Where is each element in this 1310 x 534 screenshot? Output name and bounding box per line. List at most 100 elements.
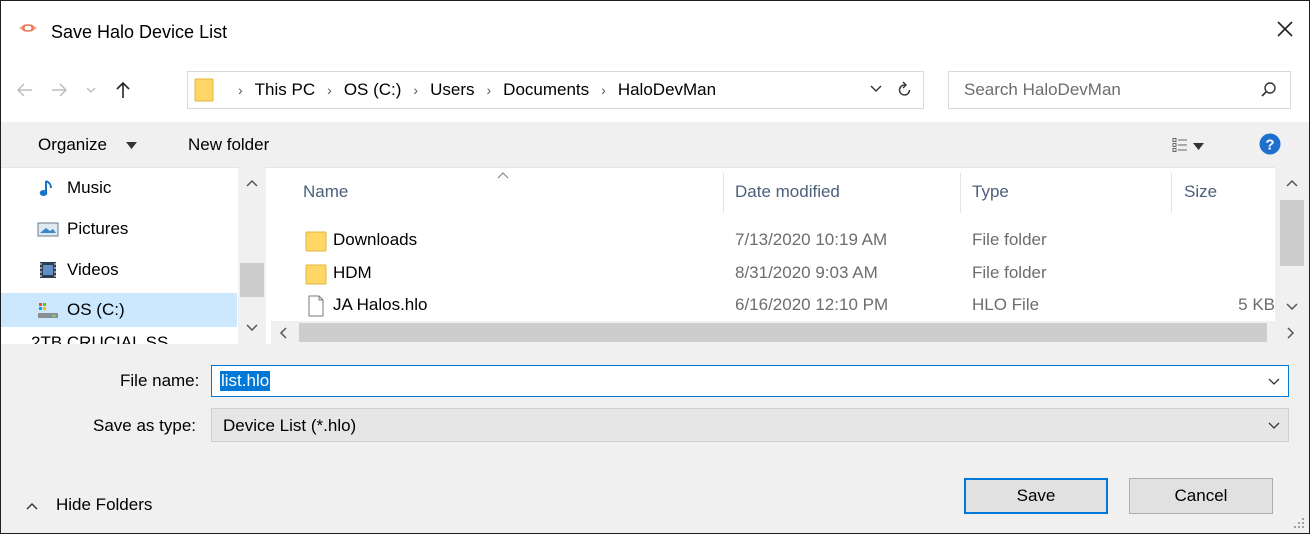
nav-item-pictures[interactable]: Pictures xyxy=(1,212,237,246)
scroll-left-arrow-icon[interactable] xyxy=(279,327,287,339)
refresh-icon[interactable] xyxy=(896,81,913,98)
file-name-field[interactable]: list.hlo xyxy=(211,365,1289,397)
file-icon xyxy=(308,295,324,317)
nav-item-music[interactable]: Music xyxy=(1,171,237,205)
breadcrumb-separator: › xyxy=(238,82,243,98)
scroll-down-arrow-icon[interactable] xyxy=(246,324,258,332)
back-arrow-icon[interactable] xyxy=(14,79,36,101)
breadcrumb-users[interactable]: Users xyxy=(430,80,474,100)
forward-arrow-icon[interactable] xyxy=(48,79,70,101)
file-name: Downloads xyxy=(333,230,418,249)
breadcrumb-os-c[interactable]: OS (C:) xyxy=(344,80,402,100)
organize-menu[interactable]: Organize xyxy=(38,135,107,155)
list-item[interactable]: Downloads 7/13/2020 10:19 AM File folder xyxy=(271,225,1275,257)
window-title: Save Halo Device List xyxy=(51,22,228,42)
drive-icon xyxy=(38,303,58,318)
file-size: 5 KB xyxy=(1238,295,1275,314)
breadcrumb-separator[interactable]: › xyxy=(601,82,606,98)
file-name: HDM xyxy=(333,263,372,282)
up-arrow-icon[interactable] xyxy=(112,79,134,101)
scrollbar-thumb[interactable] xyxy=(1280,200,1304,266)
chevron-up-icon[interactable] xyxy=(26,502,38,510)
scroll-right-arrow-icon[interactable] xyxy=(1287,327,1295,339)
scrollbar-thumb[interactable] xyxy=(240,263,264,297)
breadcrumb-separator[interactable]: › xyxy=(413,82,418,98)
column-divider[interactable] xyxy=(1171,173,1172,213)
save-type-dropdown-icon[interactable] xyxy=(1268,422,1280,430)
command-bar: Organize New folder ? xyxy=(1,122,1309,168)
save-options-panel: File name: list.hlo Save as type: Device… xyxy=(1,344,1309,533)
nav-item-label: Pictures xyxy=(67,219,129,238)
file-list-vertical-scrollbar[interactable] xyxy=(1275,167,1309,321)
breadcrumb: › This PC › OS (C:) › Users › Documents … xyxy=(226,80,716,100)
save-button[interactable]: Save xyxy=(964,478,1108,514)
breadcrumb-this-pc[interactable]: This PC xyxy=(255,80,315,100)
folder-icon xyxy=(305,231,327,252)
save-type-value: Device List (*.hlo) xyxy=(223,416,357,435)
folder-icon xyxy=(305,264,327,285)
save-type-label: Save as type: xyxy=(93,416,197,435)
address-bar[interactable]: › This PC › OS (C:) › Users › Documents … xyxy=(187,71,924,109)
file-name: JA Halos.hlo xyxy=(333,295,428,314)
address-history-chevron-icon[interactable] xyxy=(870,84,882,94)
scrollbar-thumb[interactable] xyxy=(299,323,1267,342)
column-divider[interactable] xyxy=(960,173,961,213)
column-header-date-modified[interactable]: Date modified xyxy=(735,182,840,202)
new-folder-button[interactable]: New folder xyxy=(188,135,269,155)
help-icon[interactable]: ? xyxy=(1259,133,1281,155)
navigation-pane: Music Pictures Videos OS (C:) 2TB CRUCIA… xyxy=(1,167,269,344)
list-item[interactable]: HDM 8/31/2020 9:03 AM File folder xyxy=(271,258,1275,290)
column-header-type[interactable]: Type xyxy=(972,182,1009,202)
music-icon xyxy=(39,180,52,196)
recent-locations-chevron-icon[interactable] xyxy=(84,79,98,101)
scroll-up-arrow-icon[interactable] xyxy=(1286,179,1298,187)
scroll-down-arrow-icon[interactable] xyxy=(1286,303,1298,311)
file-list: Name Date modified Type Size Downloads 7… xyxy=(271,167,1309,344)
breadcrumb-separator[interactable]: › xyxy=(327,82,332,98)
file-type: File folder xyxy=(972,230,1047,249)
breadcrumb-separator[interactable]: › xyxy=(487,82,492,98)
cancel-button[interactable]: Cancel xyxy=(1129,478,1273,514)
search-placeholder: Search HaloDevMan xyxy=(964,80,1121,99)
file-name-value[interactable]: list.hlo xyxy=(220,371,271,391)
save-type-select[interactable]: Device List (*.hlo) xyxy=(211,408,1289,442)
file-name-label: File name: xyxy=(120,371,200,390)
folder-icon xyxy=(194,78,214,102)
pictures-icon xyxy=(37,222,59,237)
save-dialog: Save Halo Device List › This PC › OS (C:… xyxy=(0,0,1310,534)
title-bar: Save Halo Device List xyxy=(1,1,1309,67)
column-header-name[interactable]: Name xyxy=(303,182,348,202)
column-header-size[interactable]: Size xyxy=(1184,182,1217,202)
nav-item-label: OS (C:) xyxy=(67,300,125,319)
svg-text:?: ? xyxy=(1265,137,1274,154)
view-caret-icon[interactable] xyxy=(1193,143,1204,150)
close-icon[interactable] xyxy=(1273,17,1297,41)
app-icon xyxy=(19,24,37,32)
file-date: 6/16/2020 12:10 PM xyxy=(735,295,889,314)
videos-icon xyxy=(40,262,56,278)
file-list-horizontal-scrollbar[interactable] xyxy=(271,321,1309,344)
organize-caret-icon[interactable] xyxy=(126,142,137,149)
column-divider[interactable] xyxy=(723,173,724,213)
nav-item-label: Videos xyxy=(67,260,119,279)
scroll-up-arrow-icon[interactable] xyxy=(246,179,258,187)
file-type: HLO File xyxy=(972,295,1040,314)
nav-item-label: Music xyxy=(67,178,112,197)
file-type: File folder xyxy=(972,263,1047,282)
nav-item-os-c[interactable]: OS (C:) xyxy=(1,293,237,327)
sort-ascending-icon xyxy=(497,172,509,179)
view-options-icon[interactable] xyxy=(1172,137,1188,153)
file-date: 7/13/2020 10:19 AM xyxy=(735,230,888,249)
resize-grip-icon[interactable] xyxy=(1293,517,1305,529)
hide-folders-button[interactable]: Hide Folders xyxy=(56,495,152,515)
nav-pane-scrollbar[interactable] xyxy=(238,167,266,344)
file-name-dropdown-icon[interactable] xyxy=(1268,378,1280,386)
breadcrumb-documents[interactable]: Documents xyxy=(503,80,589,100)
search-input[interactable]: Search HaloDevMan xyxy=(948,71,1291,109)
search-icon[interactable] xyxy=(1260,81,1277,98)
file-date: 8/31/2020 9:03 AM xyxy=(735,263,878,282)
breadcrumb-halodevman[interactable]: HaloDevMan xyxy=(618,80,716,100)
list-item[interactable]: JA Halos.hlo 6/16/2020 12:10 PM HLO File… xyxy=(271,290,1275,322)
nav-item-videos[interactable]: Videos xyxy=(1,253,237,287)
nav-item-partial[interactable]: 2TB CRUCIAL SS xyxy=(31,333,168,344)
